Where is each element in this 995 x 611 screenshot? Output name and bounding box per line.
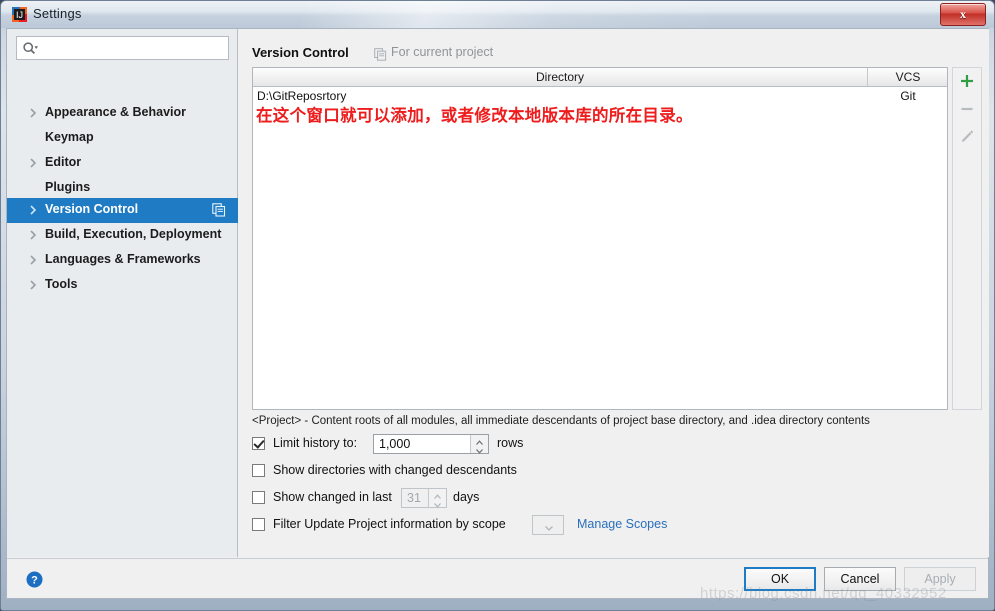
sidebar-item-label: Version Control — [45, 202, 139, 216]
spinner-arrows[interactable] — [470, 435, 488, 454]
search-input[interactable] — [43, 40, 227, 59]
show-directories-checkbox[interactable] — [252, 464, 265, 477]
svg-text:IJ: IJ — [16, 10, 23, 20]
show-changed-days-value: 31 — [407, 491, 421, 505]
sidebar-item-appearance-behavior[interactable]: Appearance & Behavior — [7, 101, 238, 126]
limit-history-spinner[interactable]: 1,000 — [373, 434, 489, 454]
vcs-directory-table[interactable]: Directory VCS D:\GitReposrtory Git 在这个窗口… — [252, 67, 948, 410]
show-changed-checkbox[interactable] — [252, 491, 265, 504]
dialog-client-area: Appearance & Behavior Keymap Editor Plug… — [6, 28, 989, 599]
chevron-right-icon — [27, 204, 39, 216]
help-icon[interactable]: ? — [26, 571, 43, 588]
sidebar-item-version-control[interactable]: Version Control — [7, 198, 238, 223]
version-control-panel: Version Control For current project Dire… — [239, 29, 989, 557]
cell-vcs: Git — [900, 89, 916, 103]
sidebar-item-label: Build, Execution, Deployment — [45, 227, 222, 241]
sidebar-item-label: Tools — [45, 277, 78, 291]
cell-directory: D:\GitReposrtory — [257, 89, 347, 103]
copy-icon — [212, 203, 226, 217]
sidebar-item-keymap[interactable]: Keymap — [7, 126, 238, 151]
add-directory-button[interactable] — [953, 68, 981, 96]
settings-sidebar: Appearance & Behavior Keymap Editor Plug… — [7, 29, 238, 557]
chevron-right-icon — [27, 229, 39, 241]
show-changed-days-spinner[interactable]: 31 — [401, 488, 447, 508]
settings-window: IJ Settings x Appearance & Behavior Keym… — [0, 0, 995, 611]
spinner-down-icon[interactable] — [433, 498, 442, 508]
search-box[interactable] — [16, 36, 229, 60]
svg-text:?: ? — [31, 575, 38, 587]
spinner-up-icon[interactable] — [475, 436, 484, 445]
pencil-icon — [959, 129, 975, 148]
apply-button[interactable]: Apply — [904, 567, 976, 591]
chevron-right-icon — [27, 157, 39, 169]
manage-scopes-link[interactable]: Manage Scopes — [577, 517, 667, 531]
table-header-row: Directory VCS — [253, 68, 947, 87]
table-toolbar — [952, 67, 982, 410]
show-changed-label: Show changed in last — [273, 490, 392, 504]
title-bar[interactable]: IJ Settings x — [1, 1, 994, 28]
apply-button-label: Apply — [924, 572, 956, 586]
option-limit-history: Limit history to: 1,000 rows — [252, 434, 772, 456]
cancel-button-label: Cancel — [840, 572, 880, 586]
annotation-text: 在这个窗口就可以添加，或者修改本地版本库的所在目录。 — [256, 106, 693, 125]
table-hint-text: <Project> - Content roots of all modules… — [252, 415, 870, 427]
column-header-vcs[interactable]: VCS — [869, 68, 947, 86]
chevron-down-icon — [544, 521, 554, 531]
close-button[interactable]: x — [940, 3, 986, 26]
limit-history-checkbox[interactable] — [252, 437, 265, 450]
window-title: Settings — [33, 6, 82, 21]
limit-history-value: 1,000 — [379, 437, 411, 451]
edit-directory-button[interactable] — [953, 124, 981, 152]
chevron-right-icon — [27, 279, 39, 291]
title-bar-sheen — [301, 1, 721, 28]
sidebar-item-editor[interactable]: Editor — [7, 151, 238, 176]
limit-history-label: Limit history to: — [273, 436, 358, 450]
sidebar-item-label: Editor — [45, 155, 82, 169]
ok-button[interactable]: OK — [744, 567, 816, 591]
column-header-directory[interactable]: Directory — [253, 68, 868, 86]
option-show-changed-last: Show changed in last 31 days — [252, 488, 772, 510]
cancel-button[interactable]: Cancel — [824, 567, 896, 591]
close-icon: x — [960, 7, 966, 21]
minus-icon — [959, 101, 975, 120]
page-title: Version Control — [252, 45, 349, 60]
plus-icon — [959, 73, 975, 92]
search-icon — [22, 41, 38, 57]
show-changed-suffix: days — [453, 490, 480, 504]
sidebar-item-label: Appearance & Behavior — [45, 105, 187, 119]
sidebar-item-label: Plugins — [45, 180, 91, 194]
sidebar-item-languages-frameworks[interactable]: Languages & Frameworks — [7, 248, 238, 273]
dialog-footer: ? OK Cancel Apply — [7, 558, 988, 598]
sidebar-item-build-execution-deployment[interactable]: Build, Execution, Deployment — [7, 223, 238, 248]
show-directories-label: Show directories with changed descendant… — [273, 463, 517, 477]
copy-icon — [374, 48, 387, 61]
spinner-down-icon[interactable] — [475, 444, 484, 454]
limit-history-suffix: rows — [497, 436, 524, 450]
filter-scope-checkbox[interactable] — [252, 518, 265, 531]
spinner-up-icon[interactable] — [433, 490, 442, 499]
filter-scope-label: Filter Update Project information by sco… — [273, 517, 506, 531]
option-show-directories: Show directories with changed descendant… — [252, 461, 772, 483]
scope-label: For current project — [391, 45, 494, 59]
sidebar-item-tools[interactable]: Tools — [7, 273, 238, 298]
chevron-right-icon — [27, 107, 39, 119]
spinner-arrows[interactable] — [428, 489, 446, 508]
sidebar-item-label: Languages & Frameworks — [45, 252, 201, 266]
remove-directory-button[interactable] — [953, 96, 981, 124]
ok-button-label: OK — [770, 572, 790, 586]
option-filter-by-scope: Filter Update Project information by sco… — [252, 515, 812, 537]
chevron-right-icon — [27, 254, 39, 266]
scope-select[interactable] — [532, 515, 564, 535]
sidebar-item-label: Keymap — [45, 130, 94, 144]
intellij-idea-icon: IJ — [12, 7, 27, 22]
